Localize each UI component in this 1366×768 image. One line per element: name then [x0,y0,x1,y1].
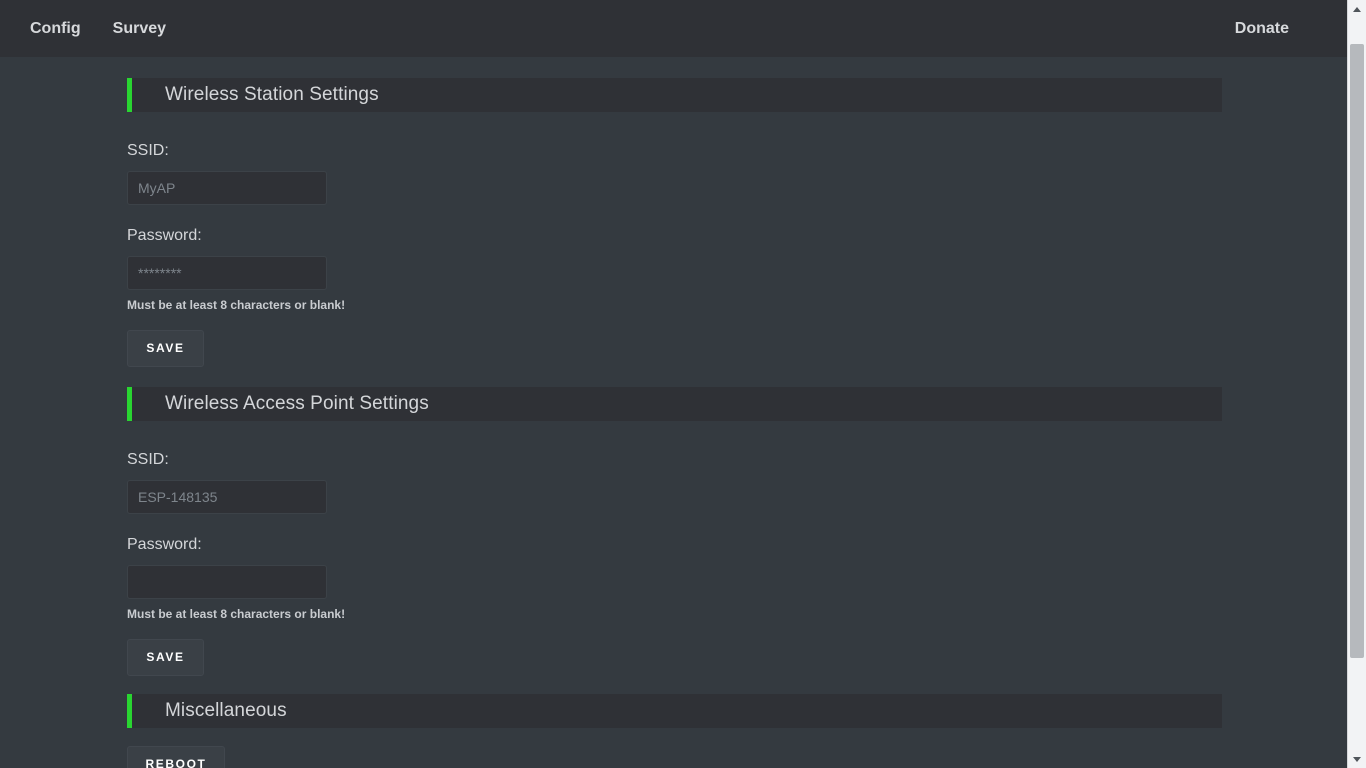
label-access-point-password: Password: [127,536,202,553]
form-station: SSID: Password: Must be at least 8 chara… [127,141,1222,367]
browser-viewport: Config Survey Donate Wireless Station Se… [0,0,1366,768]
content-column: Wireless Station Settings SSID: Password… [127,78,1222,768]
main-content: Wireless Station Settings SSID: Password… [0,78,1347,768]
form-access-point: SSID: Password: Must be at least 8 chara… [127,450,1222,676]
navbar-left-links: Config Survey [14,12,182,46]
page-root: Config Survey Donate Wireless Station Se… [0,0,1347,768]
input-station-password[interactable] [127,256,327,290]
nav-link-config[interactable]: Config [14,12,97,46]
section-header-miscellaneous: Miscellaneous [127,694,1222,728]
form-miscellaneous: REBOOT [127,728,1222,768]
top-navbar: Config Survey Donate [0,0,1347,57]
section-header-station: Wireless Station Settings [127,78,1222,112]
section-title-station: Wireless Station Settings [165,84,379,105]
scrollbar-thumb[interactable] [1350,44,1364,658]
vertical-scrollbar[interactable] [1347,0,1366,768]
nav-link-donate[interactable]: Donate [1219,12,1305,46]
navbar-right-links: Donate [1219,12,1331,46]
input-access-point-password[interactable] [127,565,327,599]
input-access-point-ssid[interactable] [127,480,327,514]
save-button-station[interactable]: SAVE [127,330,204,367]
section-title-access-point: Wireless Access Point Settings [165,393,429,414]
input-station-ssid[interactable] [127,171,327,205]
save-button-access-point[interactable]: SAVE [127,639,204,676]
chevron-down-icon [1353,756,1361,762]
nav-link-survey[interactable]: Survey [97,12,182,46]
scrollbar-down-button[interactable] [1348,750,1366,768]
label-station-ssid: SSID: [127,142,169,159]
section-header-access-point: Wireless Access Point Settings [127,387,1222,421]
scrollbar-track[interactable] [1348,18,1366,750]
reboot-button[interactable]: REBOOT [127,746,225,768]
chevron-up-icon [1353,6,1361,12]
label-station-password: Password: [127,227,202,244]
section-title-miscellaneous: Miscellaneous [165,700,287,721]
help-text-access-point-password: Must be at least 8 characters or blank! [127,607,346,621]
help-text-station-password: Must be at least 8 characters or blank! [127,298,346,312]
scrollbar-up-button[interactable] [1348,0,1366,18]
label-access-point-ssid: SSID: [127,451,169,468]
